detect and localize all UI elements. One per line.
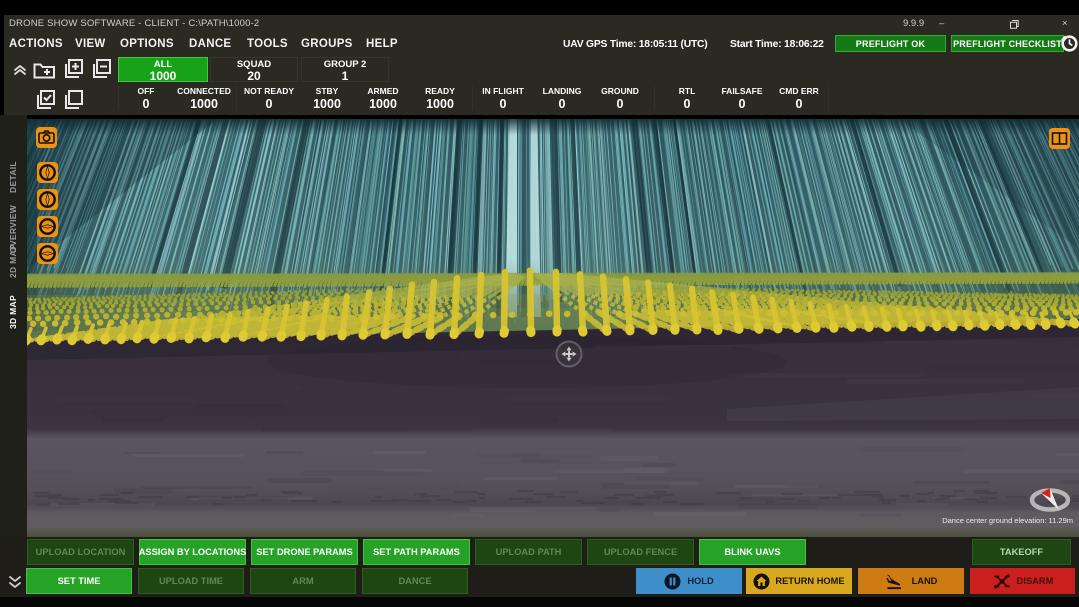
svg-text:Dance center ground elevation:: Dance center ground elevation: 11.29m — [942, 516, 1073, 525]
